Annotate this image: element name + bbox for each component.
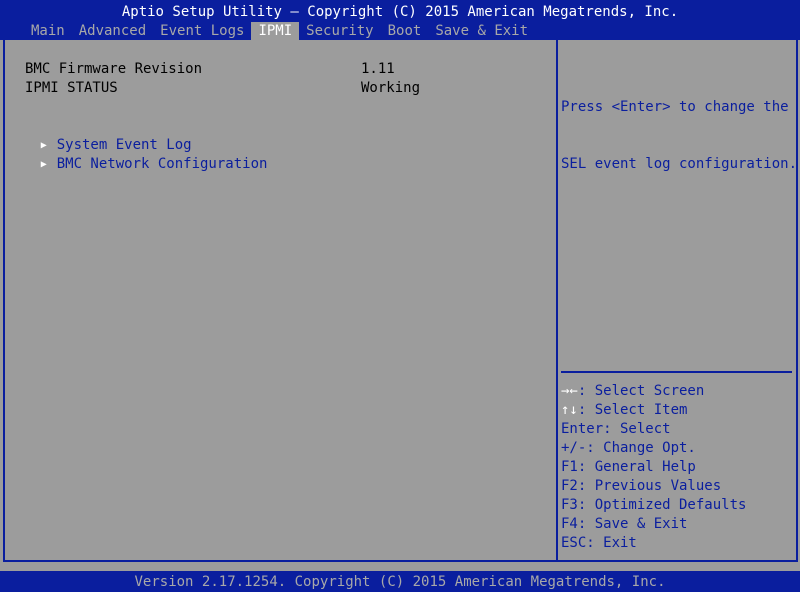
submenu-arrow-icon: ▶ [40, 159, 47, 170]
key-previous-values: F2: Previous Values [561, 478, 722, 494]
key-select-screen: →←: Select Screen [561, 383, 705, 399]
key-save-exit: F4: Save & Exit [561, 516, 688, 532]
ipmi-status-label: IPMI STATUS [25, 80, 118, 96]
key-change-opt: +/-: Change Opt. [561, 440, 696, 456]
bmc-network-configuration-label: BMC Network Configuration [56, 156, 268, 172]
tab-boot[interactable]: Boot [381, 22, 429, 40]
bmc-firmware-revision-label: BMC Firmware Revision [25, 61, 203, 77]
bmc-firmware-revision-value: 1.11 [361, 61, 395, 77]
key-select-item: ↑↓: Select Item [561, 402, 688, 418]
up-down-arrows-icon: ↑↓ [561, 402, 578, 418]
key-general-help: F1: General Help [561, 459, 696, 475]
help-line: SEL event log configuration. [561, 156, 798, 172]
version-footer: Version 2.17.1254. Copyright (C) 2015 Am… [134, 574, 666, 590]
left-right-arrows-icon: →← [561, 383, 578, 399]
tab-event-logs[interactable]: Event Logs [153, 22, 251, 40]
tab-security[interactable]: Security [299, 22, 380, 40]
panel-divider [556, 40, 558, 560]
help-panel: Press <Enter> to change the SEL event lo… [561, 60, 798, 212]
footer-bar: Version 2.17.1254. Copyright (C) 2015 Am… [0, 571, 800, 592]
tab-advanced[interactable]: Advanced [72, 22, 153, 40]
help-divider [561, 371, 792, 373]
key-legend: →←: Select Screen ↑↓: Select Item Enter:… [561, 382, 793, 553]
key-enter-select: Enter: Select [561, 421, 671, 437]
key-optimized-defaults: F3: Optimized Defaults [561, 497, 747, 513]
tab-main[interactable]: Main [24, 22, 72, 40]
key-exit: ESC: Exit [561, 535, 637, 551]
ipmi-status-value: Working [361, 80, 421, 96]
main-frame: BMC Firmware Revision 1.11 IPMI STATUS W… [3, 40, 798, 562]
help-line: Press <Enter> to change the [561, 99, 789, 115]
tab-ipmi[interactable]: IPMI [251, 22, 300, 40]
tab-bar: Main Advanced Event Logs IPMI Security B… [24, 22, 535, 40]
tab-save-exit[interactable]: Save & Exit [428, 22, 535, 40]
title-bar: Aptio Setup Utility – Copyright (C) 2015… [0, 0, 800, 40]
bmc-network-configuration-link[interactable]: ▶ BMC Network Configuration [7, 136, 268, 193]
app-title: Aptio Setup Utility – Copyright (C) 2015… [121, 4, 679, 20]
